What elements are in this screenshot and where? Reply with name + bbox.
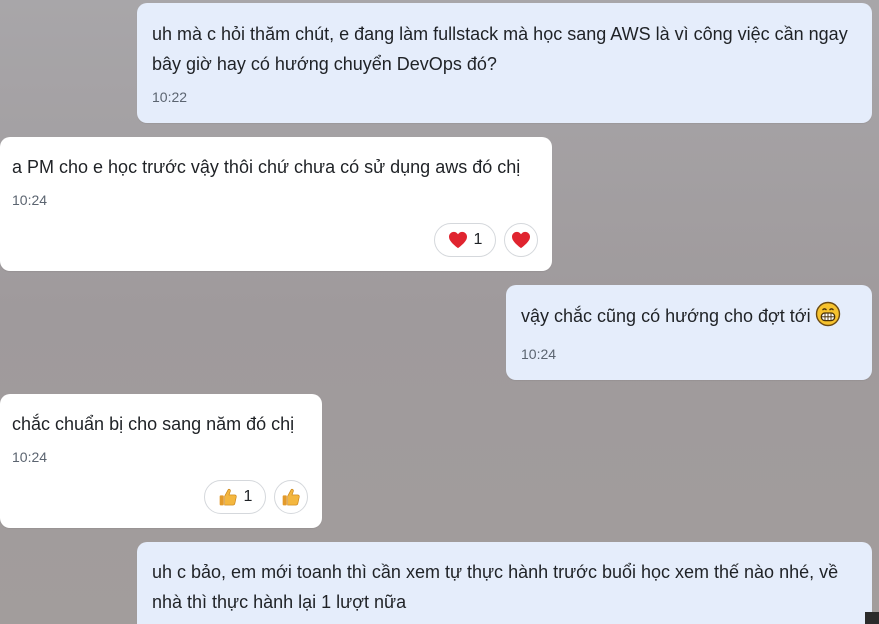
message-time: 10:22: [152, 89, 188, 105]
message-text: uh c bảo, em mới toanh thì cần xem tự th…: [152, 562, 839, 612]
grinning-face-icon: [815, 301, 841, 336]
reaction-count: 1: [473, 231, 483, 248]
message-text-content: vậy chắc cũng có hướng cho đợt tới: [521, 306, 811, 326]
heart-icon: [448, 231, 468, 249]
message-bubble-incoming[interactable]: chắc chuẩn bị cho sang năm đó chị 10:24 …: [0, 394, 322, 528]
message-text: vậy chắc cũng có hướng cho đợt tới: [521, 301, 860, 336]
message-bubble-outgoing[interactable]: vậy chắc cũng có hướng cho đợt tới 10:24: [506, 285, 872, 380]
message-time: 10:24: [12, 449, 48, 465]
message-bubble-outgoing[interactable]: uh c bảo, em mới toanh thì cần xem tự th…: [137, 542, 872, 624]
message-bubble-outgoing[interactable]: uh mà c hỏi thăm chút, e đang làm fullst…: [137, 3, 872, 123]
message-time: 10:24: [12, 192, 48, 208]
message-text: chắc chuẩn bị cho sang năm đó chị: [12, 414, 295, 434]
message-time: 10:24: [521, 346, 557, 362]
thumbs-up-icon: [281, 487, 301, 507]
heart-icon: [511, 231, 531, 249]
add-reaction-thumbs-up-button[interactable]: [274, 480, 308, 514]
message-bubble-incoming[interactable]: a PM cho e học trước vậy thôi chứ chưa c…: [0, 137, 552, 271]
reaction-thumbs-up-count[interactable]: 1: [204, 480, 266, 514]
reactions-bar: 1: [434, 223, 538, 257]
thumbs-up-icon: [218, 487, 238, 507]
reactions-bar: 1: [204, 480, 308, 514]
reaction-count: 1: [243, 488, 253, 505]
add-reaction-heart-button[interactable]: [504, 223, 538, 257]
message-text: a PM cho e học trước vậy thôi chứ chưa c…: [12, 157, 521, 177]
message-text: uh mà c hỏi thăm chút, e đang làm fullst…: [152, 24, 848, 74]
reaction-heart-count[interactable]: 1: [434, 223, 496, 257]
scroll-corner: [865, 612, 879, 624]
